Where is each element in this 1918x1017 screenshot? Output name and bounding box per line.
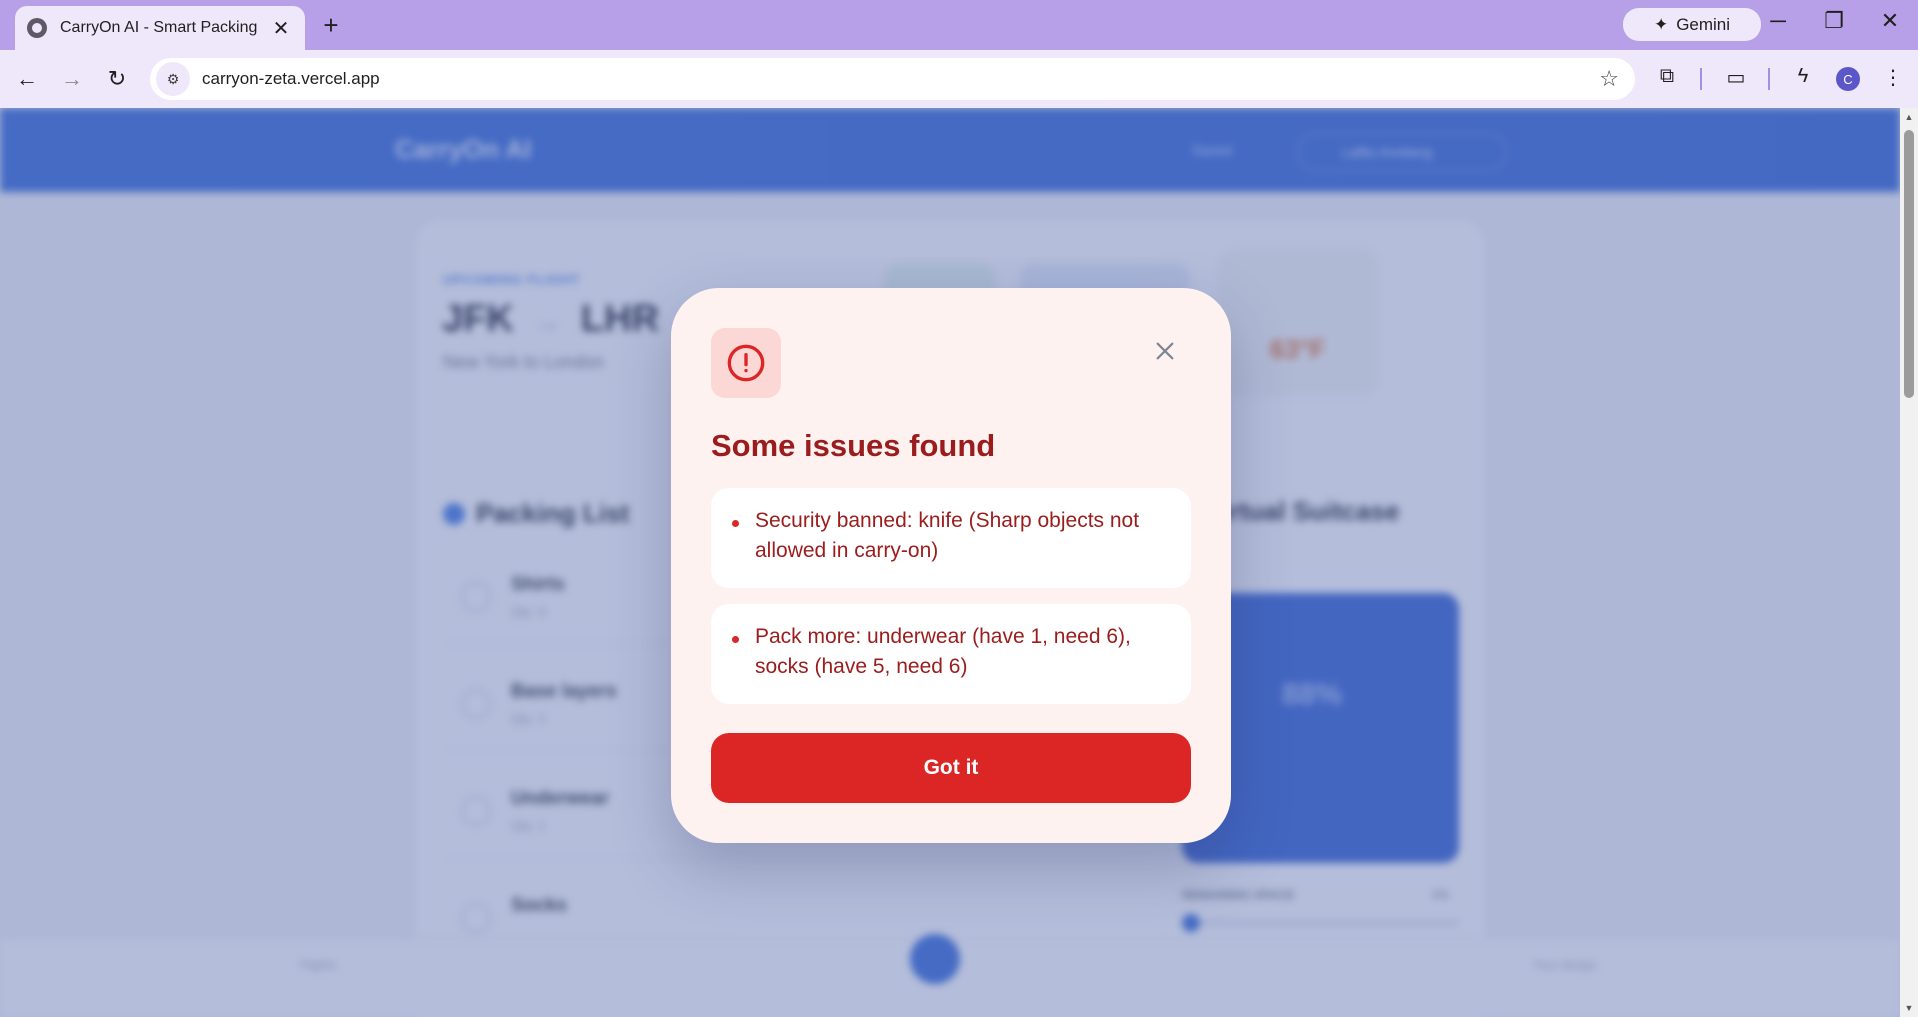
dialog-title: Some issues found [711,428,996,463]
issues-dialog: Some issues found Security banned: knife… [671,288,1231,843]
tab-title: CarryOn AI - Smart Packing [60,19,258,36]
back-arrow-icon[interactable]: ← [9,61,45,97]
page-scrollbar[interactable]: ▲ ▼ [1900,108,1918,1017]
forward-arrow-icon[interactable]: → [54,61,90,97]
performance-icon[interactable]: ϟ [1789,65,1817,88]
alert-circle-icon [727,344,765,382]
profile-avatar[interactable]: C [1836,67,1860,91]
browser-titlebar: CarryOn AI - Smart Packing ✕ + ✦ Gemini … [0,0,1918,50]
close-button[interactable] [1148,334,1182,368]
minimize-icon[interactable]: ─ [1758,8,1798,34]
window-close-icon[interactable]: ✕ [1870,8,1910,34]
browser-toolbar: ← → ↻ ⚙ carryon-zeta.vercel.app ☆ ⧉ ▭ ϟ … [0,50,1918,108]
new-tab-plus-icon[interactable]: + [318,10,344,41]
scroll-thumb[interactable] [1904,130,1914,398]
kebab-menu-icon[interactable]: ⋮ [1879,65,1907,90]
gemini-label: Gemini [1676,14,1731,34]
close-icon [1156,342,1174,360]
toolbar-divider [1768,68,1770,90]
restore-icon[interactable]: ❐ [1814,8,1854,34]
sparkle-icon: ✦ [1653,14,1669,34]
site-info-icon[interactable]: ⚙ [156,62,190,96]
scroll-up-arrow-icon[interactable]: ▲ [1904,112,1914,122]
issue-item: Pack more: underwear (have 1, need 6), s… [711,604,1191,704]
gemini-button[interactable]: ✦ Gemini [1623,8,1761,41]
bookmark-star-icon[interactable]: ☆ [1599,66,1619,92]
scroll-down-arrow-icon[interactable]: ▼ [1904,1003,1914,1013]
cast-search-icon[interactable]: ▭ [1722,65,1750,90]
alert-icon-container [711,328,781,398]
issue-item: Security banned: knife (Sharp objects no… [711,488,1191,588]
extensions-puzzle-icon[interactable]: ⧉ [1653,65,1681,88]
tab-close-icon[interactable]: ✕ [269,16,293,41]
reload-icon[interactable]: ↻ [99,61,135,97]
toolbar-divider [1700,68,1702,90]
globe-icon [27,18,47,38]
url-text[interactable]: carryon-zeta.vercel.app [202,69,1599,89]
address-bar[interactable]: ⚙ carryon-zeta.vercel.app ☆ [150,58,1635,100]
got-it-button[interactable]: Got it [711,733,1191,803]
browser-tab[interactable]: CarryOn AI - Smart Packing ✕ [15,6,305,50]
